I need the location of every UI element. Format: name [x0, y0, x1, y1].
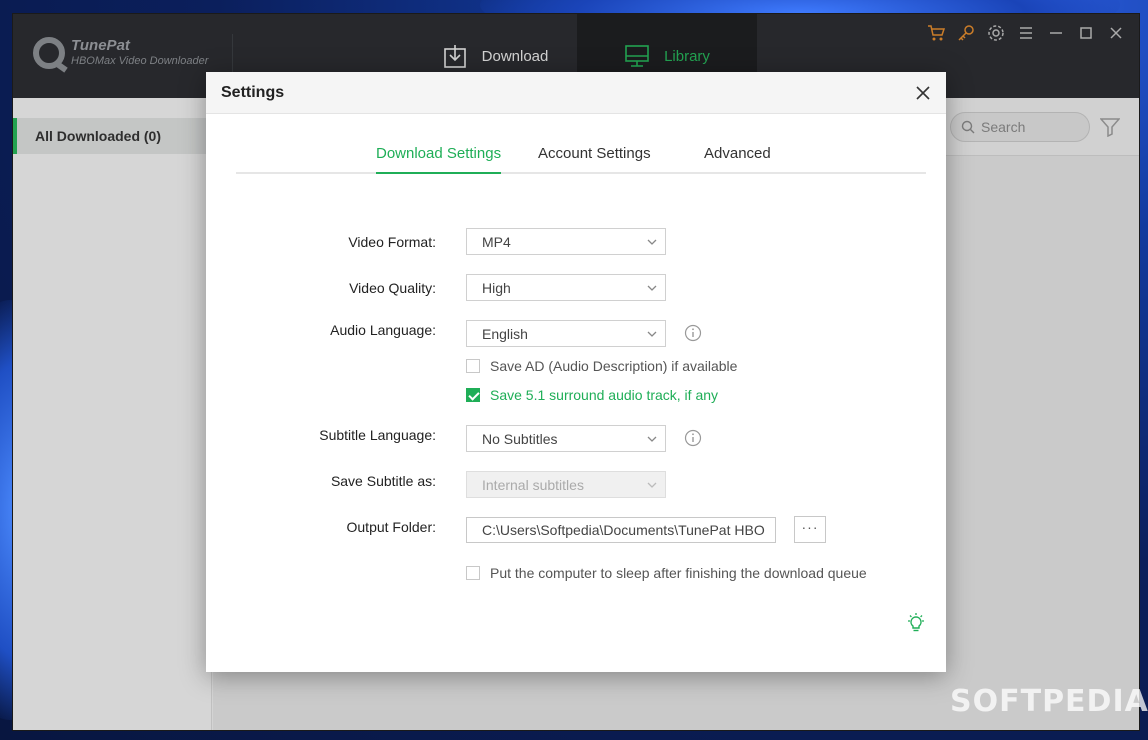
save-subtitle-as-select: Internal subtitles: [466, 471, 666, 498]
subtitle-language-label: Subtitle Language:: [319, 427, 436, 443]
output-folder-label: Output Folder:: [346, 519, 437, 535]
info-icon[interactable]: [684, 324, 702, 342]
save-51-label: Save 5.1 surround audio track, if any: [490, 387, 719, 403]
chevron-down-icon: [647, 436, 657, 442]
save-ad-checkbox-row[interactable]: Save AD (Audio Description) if available: [466, 358, 737, 374]
save-ad-checkbox[interactable]: [466, 359, 480, 373]
dialog-header: Settings: [206, 72, 946, 114]
video-quality-label: Video Quality:: [349, 280, 436, 296]
chevron-down-icon: [647, 482, 657, 488]
tab-download-settings[interactable]: Download Settings: [376, 145, 502, 174]
info-icon[interactable]: [684, 429, 702, 447]
subtitle-language-select[interactable]: No Subtitles: [466, 425, 666, 452]
video-format-label: Video Format:: [348, 234, 436, 250]
tab-advanced[interactable]: Advanced: [704, 145, 771, 174]
audio-language-select[interactable]: English: [466, 320, 666, 347]
settings-dialog: Settings Download Settings Account Setti…: [206, 72, 946, 672]
subtitle-language-value: No Subtitles: [482, 430, 558, 447]
softpedia-watermark: SOFTPEDIA: [950, 684, 1148, 719]
video-quality-select[interactable]: High: [466, 274, 666, 301]
output-folder-input[interactable]: C:\Users\Softpedia\Documents\TunePat HBO: [466, 517, 776, 543]
sleep-checkbox[interactable]: [466, 566, 480, 580]
save-subtitle-as-value: Internal subtitles: [482, 476, 584, 493]
video-format-value: MP4: [482, 233, 511, 250]
chevron-down-icon: [647, 331, 657, 337]
sleep-checkbox-row[interactable]: Put the computer to sleep after finishin…: [466, 565, 867, 581]
dialog-title: Settings: [221, 84, 285, 101]
chevron-down-icon: [647, 285, 657, 291]
browse-folder-button[interactable]: ···: [794, 516, 826, 543]
audio-language-label: Audio Language:: [330, 322, 436, 338]
lightbulb-icon[interactable]: [905, 612, 927, 634]
settings-tabs: Download Settings Account Settings Advan…: [236, 139, 926, 174]
video-format-select[interactable]: MP4: [466, 228, 666, 255]
save-subtitle-as-label: Save Subtitle as:: [330, 473, 436, 489]
tab-account-settings[interactable]: Account Settings: [538, 145, 651, 174]
save-51-checkbox[interactable]: [466, 388, 480, 402]
save-ad-label: Save AD (Audio Description) if available: [490, 358, 738, 374]
video-quality-value: High: [482, 279, 511, 296]
close-icon[interactable]: [914, 84, 932, 102]
save-51-checkbox-row[interactable]: Save 5.1 surround audio track, if any: [466, 387, 718, 403]
chevron-down-icon: [647, 239, 657, 245]
sleep-label: Put the computer to sleep after finishin…: [490, 565, 867, 581]
audio-language-value: English: [482, 325, 528, 342]
